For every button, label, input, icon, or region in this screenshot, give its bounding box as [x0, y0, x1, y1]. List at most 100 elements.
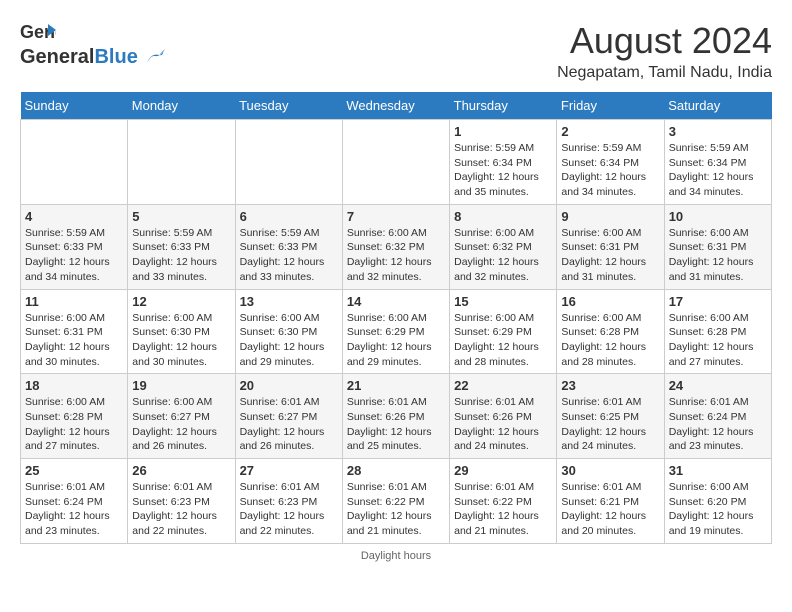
day-number: 28 [347, 463, 445, 478]
calendar-cell: 29 Sunrise: 6:01 AM Sunset: 6:22 PM Dayli… [450, 459, 557, 544]
day-info: Sunrise: 6:00 AM Sunset: 6:29 PM Dayligh… [454, 311, 552, 370]
day-number: 25 [25, 463, 123, 478]
calendar-cell: 20 Sunrise: 6:01 AM Sunset: 6:27 PM Dayli… [235, 374, 342, 459]
logo: General GeneralBlue [20, 20, 165, 68]
day-header-tuesday: Tuesday [235, 92, 342, 120]
day-number: 3 [669, 124, 767, 139]
day-number: 10 [669, 209, 767, 224]
day-number: 9 [561, 209, 659, 224]
day-info: Sunrise: 6:01 AM Sunset: 6:22 PM Dayligh… [347, 480, 445, 539]
day-info: Sunrise: 6:00 AM Sunset: 6:30 PM Dayligh… [132, 311, 230, 370]
calendar-cell: 14 Sunrise: 6:00 AM Sunset: 6:29 PM Dayli… [342, 289, 449, 374]
day-info: Sunrise: 6:01 AM Sunset: 6:24 PM Dayligh… [669, 395, 767, 454]
calendar-cell [128, 120, 235, 205]
day-info: Sunrise: 6:01 AM Sunset: 6:24 PM Dayligh… [25, 480, 123, 539]
day-number: 29 [454, 463, 552, 478]
day-info: Sunrise: 6:01 AM Sunset: 6:22 PM Dayligh… [454, 480, 552, 539]
calendar-cell: 8Sunrise: 6:00 AM Sunset: 6:32 PM Daylig… [450, 204, 557, 289]
calendar-cell: 27 Sunrise: 6:01 AM Sunset: 6:23 PM Dayli… [235, 459, 342, 544]
calendar-cell: 23 Sunrise: 6:01 AM Sunset: 6:25 PM Dayli… [557, 374, 664, 459]
day-number: 11 [25, 294, 123, 309]
day-number: 12 [132, 294, 230, 309]
day-info: Sunrise: 5:59 AM Sunset: 6:34 PM Dayligh… [669, 141, 767, 200]
calendar-cell: 24 Sunrise: 6:01 AM Sunset: 6:24 PM Dayli… [664, 374, 771, 459]
day-info: Sunrise: 6:01 AM Sunset: 6:26 PM Dayligh… [347, 395, 445, 454]
calendar-cell: 9 Sunrise: 6:00 AM Sunset: 6:31 PM Daylig… [557, 204, 664, 289]
calendar-cell: 26 Sunrise: 6:01 AM Sunset: 6:23 PM Dayli… [128, 459, 235, 544]
day-info: Sunrise: 6:01 AM Sunset: 6:26 PM Dayligh… [454, 395, 552, 454]
calendar-cell: 13Sunrise: 6:00 AM Sunset: 6:30 PM Dayli… [235, 289, 342, 374]
day-info: Sunrise: 6:00 AM Sunset: 6:31 PM Dayligh… [669, 226, 767, 285]
calendar-cell: 11 Sunrise: 6:00 AM Sunset: 6:31 PM Dayli… [21, 289, 128, 374]
day-number: 7 [347, 209, 445, 224]
day-number: 16 [561, 294, 659, 309]
day-number: 1 [454, 124, 552, 139]
day-number: 14 [347, 294, 445, 309]
day-number: 27 [240, 463, 338, 478]
calendar-cell: 10 Sunrise: 6:00 AM Sunset: 6:31 PM Dayli… [664, 204, 771, 289]
day-header-saturday: Saturday [664, 92, 771, 120]
calendar-cell: 5Sunrise: 5:59 AM Sunset: 6:33 PM Daylig… [128, 204, 235, 289]
day-header-wednesday: Wednesday [342, 92, 449, 120]
calendar-cell [235, 120, 342, 205]
location-subtitle: Negapatam, Tamil Nadu, India [557, 64, 772, 82]
day-info: Sunrise: 5:59 AM Sunset: 6:33 PM Dayligh… [240, 226, 338, 285]
day-number: 31 [669, 463, 767, 478]
day-number: 2 [561, 124, 659, 139]
day-info: Sunrise: 6:00 AM Sunset: 6:32 PM Dayligh… [347, 226, 445, 285]
month-year-title: August 2024 [557, 20, 772, 62]
day-number: 8 [454, 209, 552, 224]
day-info: Sunrise: 6:00 AM Sunset: 6:28 PM Dayligh… [669, 311, 767, 370]
day-number: 15 [454, 294, 552, 309]
logo-general: General [20, 46, 94, 68]
day-info: Sunrise: 6:01 AM Sunset: 6:23 PM Dayligh… [240, 480, 338, 539]
day-info: Sunrise: 5:59 AM Sunset: 6:34 PM Dayligh… [454, 141, 552, 200]
day-number: 30 [561, 463, 659, 478]
calendar-cell: 3 Sunrise: 5:59 AM Sunset: 6:34 PM Daylig… [664, 120, 771, 205]
day-info: Sunrise: 6:00 AM Sunset: 6:29 PM Dayligh… [347, 311, 445, 370]
day-info: Sunrise: 6:01 AM Sunset: 6:23 PM Dayligh… [132, 480, 230, 539]
calendar-cell: 2 Sunrise: 5:59 AM Sunset: 6:34 PM Daylig… [557, 120, 664, 205]
day-number: 26 [132, 463, 230, 478]
calendar-table: SundayMondayTuesdayWednesdayThursdayFrid… [20, 92, 772, 544]
calendar-cell: 4 Sunrise: 5:59 AM Sunset: 6:33 PM Daylig… [21, 204, 128, 289]
day-info: Sunrise: 6:01 AM Sunset: 6:27 PM Dayligh… [240, 395, 338, 454]
day-info: Sunrise: 6:00 AM Sunset: 6:27 PM Dayligh… [132, 395, 230, 454]
day-info: Sunrise: 6:00 AM Sunset: 6:28 PM Dayligh… [25, 395, 123, 454]
day-info: Sunrise: 5:59 AM Sunset: 6:33 PM Dayligh… [25, 226, 123, 285]
day-info: Sunrise: 6:00 AM Sunset: 6:31 PM Dayligh… [25, 311, 123, 370]
day-number: 19 [132, 378, 230, 393]
day-header-thursday: Thursday [450, 92, 557, 120]
footer: Daylight hours [20, 550, 772, 562]
logo-blue: Blue [94, 46, 137, 68]
day-number: 18 [25, 378, 123, 393]
calendar-cell: 19 Sunrise: 6:00 AM Sunset: 6:27 PM Dayli… [128, 374, 235, 459]
day-number: 21 [347, 378, 445, 393]
day-info: Sunrise: 6:00 AM Sunset: 6:31 PM Dayligh… [561, 226, 659, 285]
day-info: Sunrise: 6:01 AM Sunset: 6:25 PM Dayligh… [561, 395, 659, 454]
title-block: August 2024 Negapatam, Tamil Nadu, India [557, 20, 772, 82]
calendar-cell: 7 Sunrise: 6:00 AM Sunset: 6:32 PM Daylig… [342, 204, 449, 289]
day-header-sunday: Sunday [21, 92, 128, 120]
day-number: 4 [25, 209, 123, 224]
day-info: Sunrise: 5:59 AM Sunset: 6:34 PM Dayligh… [561, 141, 659, 200]
calendar-cell: 28 Sunrise: 6:01 AM Sunset: 6:22 PM Dayli… [342, 459, 449, 544]
day-number: 23 [561, 378, 659, 393]
day-number: 17 [669, 294, 767, 309]
day-number: 20 [240, 378, 338, 393]
page-header: General GeneralBlue August 2024 Negapata… [20, 20, 772, 82]
day-number: 24 [669, 378, 767, 393]
calendar-cell: 16 Sunrise: 6:00 AM Sunset: 6:28 PM Dayli… [557, 289, 664, 374]
daylight-hours-label: Daylight hours [361, 550, 431, 562]
day-header-monday: Monday [128, 92, 235, 120]
calendar-cell: 21 Sunrise: 6:01 AM Sunset: 6:26 PM Dayli… [342, 374, 449, 459]
day-info: Sunrise: 5:59 AM Sunset: 6:33 PM Dayligh… [132, 226, 230, 285]
calendar-cell: 1 Sunrise: 5:59 AM Sunset: 6:34 PM Daylig… [450, 120, 557, 205]
day-info: Sunrise: 6:00 AM Sunset: 6:28 PM Dayligh… [561, 311, 659, 370]
day-info: Sunrise: 6:00 AM Sunset: 6:30 PM Dayligh… [240, 311, 338, 370]
calendar-cell: 30Sunrise: 6:01 AM Sunset: 6:21 PM Dayli… [557, 459, 664, 544]
calendar-cell: 18 Sunrise: 6:00 AM Sunset: 6:28 PM Dayli… [21, 374, 128, 459]
logo-bird-icon [145, 49, 165, 67]
calendar-cell [342, 120, 449, 205]
calendar-cell: 22Sunrise: 6:01 AM Sunset: 6:26 PM Dayli… [450, 374, 557, 459]
